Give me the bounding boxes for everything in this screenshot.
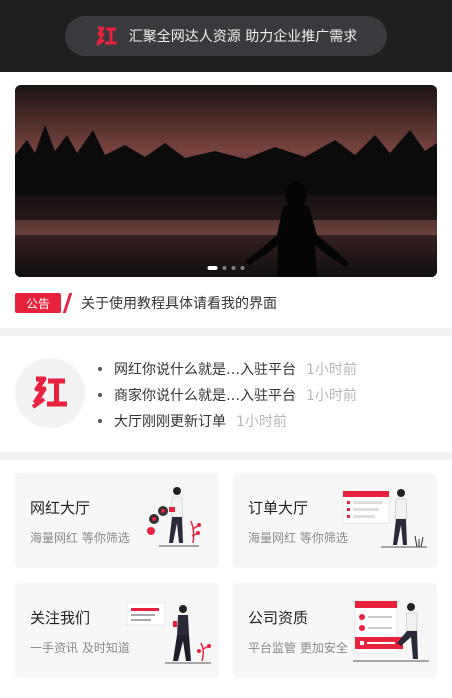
card-follow-us[interactable]: 关注我们 一手资讯 及时知道 <box>15 583 219 678</box>
notice-tag: 公告 <box>15 293 61 313</box>
card-subtitle: 平台监管 更加安全 <box>248 641 348 655</box>
banner-carousel[interactable] <box>15 85 437 277</box>
card-subtitle: 一手资讯 及时知道 <box>30 641 130 655</box>
card-influencer-hall[interactable]: 网红大厅 海量网红 等你筛选 <box>15 473 219 568</box>
feed-item-time: 1小时前 <box>236 414 287 430</box>
order-board-illustration-icon <box>342 489 427 548</box>
feed-list: 网红你说什么就是…入驻平台 1小时前 商家你说什么就是…入驻平台 1小时前 大厅… <box>98 356 357 434</box>
activity-feed: 网红你说什么就是…入驻平台 1小时前 商家你说什么就是…入驻平台 1小时前 大厅… <box>0 336 452 452</box>
list-item[interactable]: 商家你说什么就是…入驻平台 1小时前 <box>98 382 357 408</box>
card-title: 订单大厅 <box>248 499 309 517</box>
follow-us-illustration-icon <box>126 602 211 664</box>
card-title: 关注我们 <box>30 609 91 627</box>
feed-item-text: 大厅刚刚更新订单 <box>114 414 226 430</box>
card-subtitle: 海量网红 等你筛选 <box>30 531 130 545</box>
list-item[interactable]: 网红你说什么就是…入驻平台 1小时前 <box>98 356 357 382</box>
card-order-hall[interactable]: 订单大厅 海量网红 等你筛选 <box>233 473 437 568</box>
qualification-illustration-icon <box>353 600 429 662</box>
carousel-indicator[interactable] <box>207 266 245 270</box>
carousel-dot[interactable] <box>231 266 236 270</box>
notice-bar[interactable]: 公告 关于使用教程具体请看我的界面 <box>15 291 437 315</box>
app-screen: 汇聚全网达人资源 助力企业推广需求 公告 关于使用教程具体请看我的界面 网红你说… <box>0 0 452 698</box>
influencer-illustration-icon <box>147 487 201 547</box>
card-company-qualification[interactable]: 公司资质 平台监管 更加安全 <box>233 583 437 678</box>
feed-item-time: 1小时前 <box>306 362 357 378</box>
list-item[interactable]: 大厅刚刚更新订单 1小时前 <box>98 408 357 434</box>
hong-logo-icon <box>95 24 119 48</box>
carousel-dot[interactable] <box>207 266 218 270</box>
hong-logo-icon <box>15 358 85 428</box>
feed-item-time: 1小时前 <box>306 388 357 404</box>
card-title: 网红大厅 <box>30 499 91 517</box>
notice-divider <box>62 293 73 313</box>
carousel-dot[interactable] <box>240 266 245 270</box>
banner-image <box>15 85 437 277</box>
card-title: 公司资质 <box>248 609 309 627</box>
feature-cards: 网红大厅 海量网红 等你筛选 订单大厅 海量网红 等你筛选 关注我们 一手资讯 … <box>0 460 452 698</box>
slogan-text: 汇聚全网达人资源 助力企业推广需求 <box>128 29 358 45</box>
feed-item-text: 商家你说什么就是…入驻平台 <box>114 388 296 404</box>
card-subtitle: 海量网红 等你筛选 <box>248 531 348 545</box>
notice-text[interactable]: 关于使用教程具体请看我的界面 <box>81 293 277 313</box>
top-header: 汇聚全网达人资源 助力企业推广需求 <box>0 0 452 72</box>
carousel-dot[interactable] <box>222 266 227 270</box>
feed-item-text: 网红你说什么就是…入驻平台 <box>114 362 296 378</box>
slogan-pill: 汇聚全网达人资源 助力企业推广需求 <box>65 16 387 56</box>
